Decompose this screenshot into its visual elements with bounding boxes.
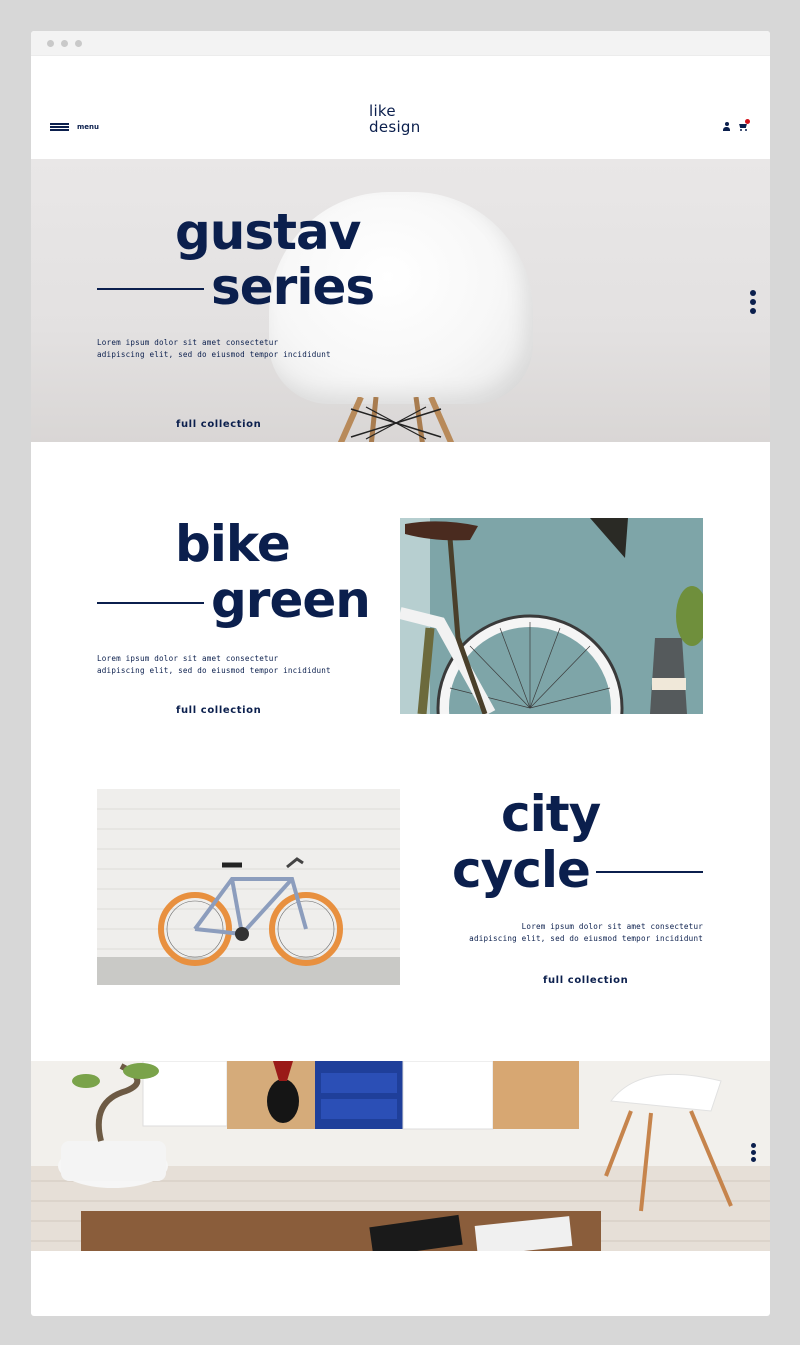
window-dot	[75, 40, 82, 47]
hero-title-line-2: series	[211, 258, 375, 316]
pager-dot[interactable]	[750, 299, 756, 305]
window-dot	[47, 40, 54, 47]
hero-full-collection-link[interactable]: full collection	[176, 419, 261, 430]
bike-green-title-line-2: green	[211, 571, 371, 629]
cart-icon[interactable]	[738, 119, 750, 131]
city-cycle-rule	[596, 871, 703, 873]
city-cycle-description: Lorem ipsum dolor sit amet consectetur a…	[424, 921, 703, 945]
city-cycle-full-collection-link[interactable]: full collection	[543, 975, 628, 986]
pager-dot[interactable]	[750, 290, 756, 296]
user-icon[interactable]	[722, 122, 731, 131]
logo-line-1: like	[369, 102, 396, 120]
bike-green-description-line-1: Lorem ipsum dolor sit amet consectetur	[97, 654, 279, 663]
pager-dot[interactable]	[751, 1143, 756, 1148]
cart-badge	[745, 119, 750, 124]
interior-image	[31, 1061, 770, 1251]
city-cycle-title-line-1: city	[501, 785, 601, 843]
logo[interactable]: like design	[369, 103, 439, 135]
city-cycle-title-line-2: cycle	[452, 841, 591, 899]
browser-chrome	[31, 31, 770, 56]
hero-pager	[750, 290, 756, 314]
hero-description: Lorem ipsum dolor sit amet consectetur a…	[97, 337, 331, 361]
pager-dot[interactable]	[750, 308, 756, 314]
nav-icons	[722, 119, 750, 131]
bike-green-title-line-1: bike	[175, 515, 291, 573]
bike-green-description: Lorem ipsum dolor sit amet consectetur a…	[97, 653, 331, 677]
hero-description-line-1: Lorem ipsum dolor sit amet consectetur	[97, 338, 279, 347]
hero-title-line-1: gustav	[175, 203, 361, 261]
hero-rule	[97, 288, 204, 290]
city-cycle-image	[97, 789, 400, 985]
browser-window: menu like design gustav series Lorem ips…	[31, 31, 770, 1316]
pager-dot[interactable]	[751, 1150, 756, 1155]
bike-green-full-collection-link[interactable]: full collection	[176, 705, 261, 716]
interior-pager	[751, 1143, 757, 1162]
hero-description-line-2: adipiscing elit, sed do eiusmod tempor i…	[97, 350, 331, 359]
menu-label: menu	[77, 123, 100, 131]
logo-line-2: design	[369, 118, 421, 136]
window-dot	[61, 40, 68, 47]
chair-legs-image	[337, 397, 455, 442]
bike-green-description-line-2: adipiscing elit, sed do eiusmod tempor i…	[97, 666, 331, 675]
city-cycle-description-line-1: Lorem ipsum dolor sit amet consectetur	[521, 922, 703, 931]
pager-dot[interactable]	[751, 1157, 756, 1162]
hamburger-icon	[50, 123, 69, 131]
bike-green-rule	[97, 602, 204, 604]
menu-button[interactable]: menu	[50, 121, 99, 133]
city-cycle-description-line-2: adipiscing elit, sed do eiusmod tempor i…	[469, 934, 703, 943]
hero-banner: gustav series Lorem ipsum dolor sit amet…	[31, 159, 770, 442]
bike-green-image	[400, 518, 703, 714]
